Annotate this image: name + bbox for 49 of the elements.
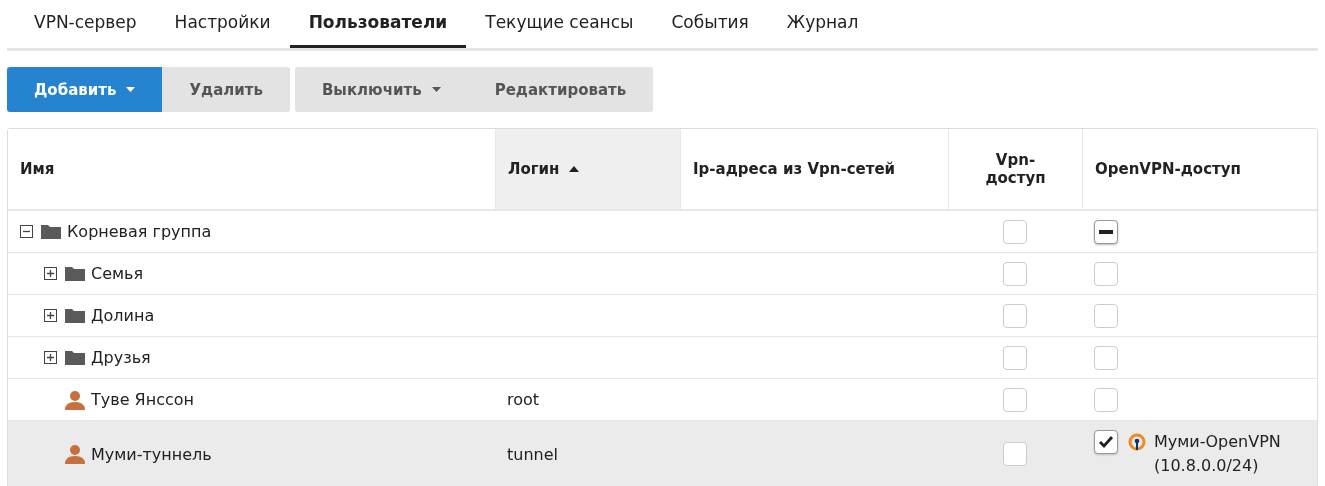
name-text: Муми-туннель [91,444,212,464]
checkbox[interactable] [1094,345,1118,370]
checkbox[interactable] [1094,219,1118,244]
tab[interactable]: Текущие сеансы [466,0,653,48]
tab[interactable]: Пользователи [289,0,467,48]
tab[interactable]: Настройки [155,0,290,48]
folder-icon [65,308,85,323]
checkbox[interactable] [1003,261,1027,286]
checkbox[interactable] [1094,261,1118,286]
login-text: root [507,390,540,409]
column-header[interactable]: Имя [8,129,495,211]
collapse-icon[interactable] [20,225,33,238]
checkbox[interactable] [1003,303,1027,328]
name-text: Друзья [91,348,151,367]
folder-icon [65,350,85,365]
name-text: Семья [91,264,144,283]
checkbox[interactable] [1094,303,1118,328]
sort-asc-icon [569,166,580,172]
user-icon [65,389,85,410]
column-header[interactable]: Vpn-доступ [948,129,1082,211]
folder-icon [41,224,61,239]
dropdown-button[interactable]: Добавить [7,67,163,112]
checkbox[interactable] [1094,387,1118,412]
tab[interactable]: Журнал [767,0,878,48]
name-text: Корневая группа [67,222,212,241]
tab[interactable]: VPN-сервер [15,0,156,48]
checkbox[interactable] [1003,442,1027,466]
expand-icon[interactable] [44,267,57,280]
expand-icon[interactable] [44,351,57,364]
openvpn-server-text: Муми-OpenVPN (10.8.0.0/24) [1154,431,1282,477]
checkbox[interactable] [1003,345,1027,370]
toolbar-button[interactable]: Редактировать [467,67,654,112]
checkbox[interactable] [1094,430,1118,454]
openvpn-icon [1128,433,1146,451]
user-icon [65,444,85,464]
checkmark-icon [1098,435,1114,449]
toolbar-button[interactable]: Удалить [162,67,290,112]
column-header[interactable]: Логин [495,129,680,211]
name-text: Долина [91,306,155,325]
column-header[interactable]: OpenVPN-доступ [1082,129,1317,211]
name-text: Туве Янссон [91,390,195,409]
tab[interactable]: События [652,0,768,48]
folder-icon [65,266,85,281]
dropdown-button[interactable]: Выключить [294,67,468,112]
column-header[interactable]: Ip-адреса из Vpn-сетей [680,129,948,211]
checkbox[interactable] [1003,219,1027,244]
checkbox[interactable] [1003,387,1027,412]
login-text: tunnel [507,444,558,464]
expand-icon[interactable] [44,309,57,322]
